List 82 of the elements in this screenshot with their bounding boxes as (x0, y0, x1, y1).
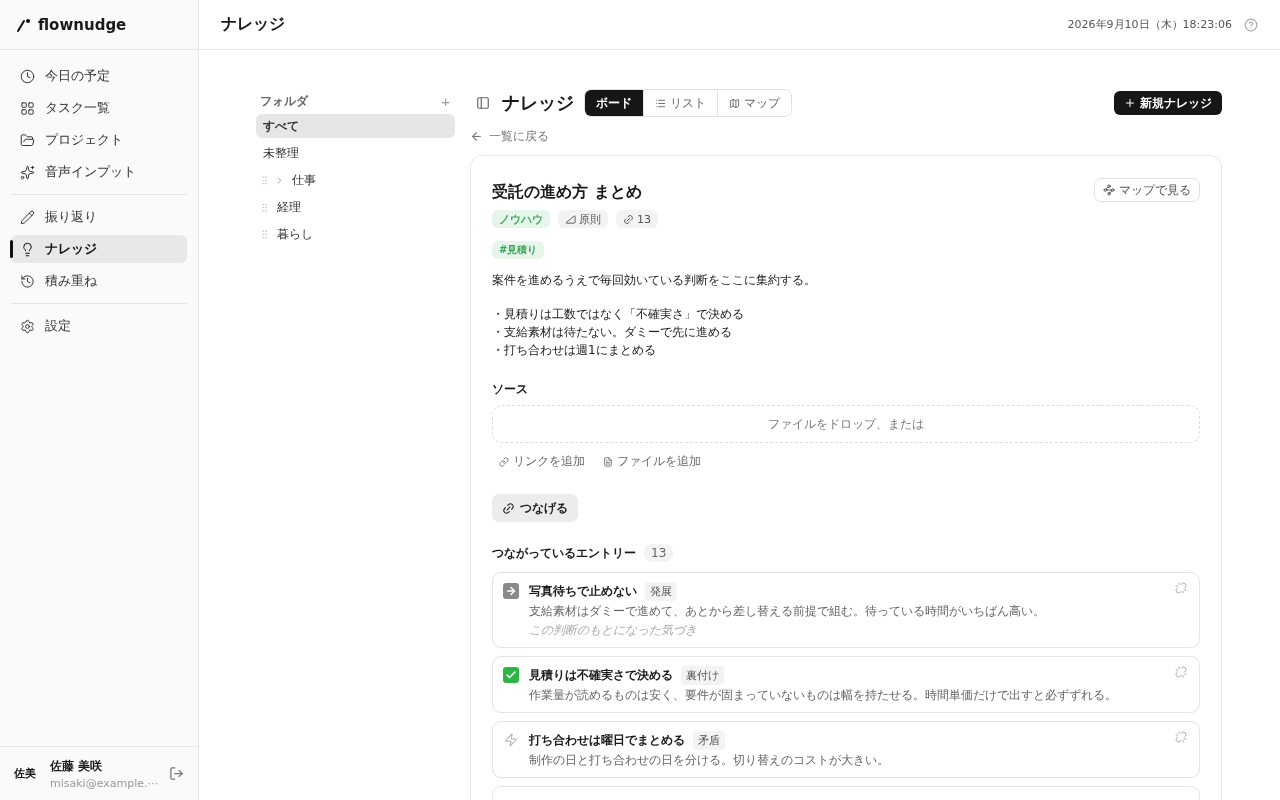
nav-item[interactable]: プロジェクト (11, 126, 187, 154)
link-icon (499, 456, 509, 467)
entry-title: 見積りは不確実さで決める (529, 667, 673, 684)
bullet-item: ・打ち合わせは週1にまとめる (492, 342, 657, 359)
drag-handle-icon[interactable] (259, 174, 270, 186)
nav-item[interactable]: 積み重ね (11, 267, 187, 295)
relation-tag: 発展 (645, 582, 677, 601)
add-link-link[interactable]: リンクを追加 (499, 453, 585, 470)
panel-toggle-icon[interactable] (476, 96, 490, 110)
nav-item[interactable]: 設定 (11, 312, 187, 340)
entry-card[interactable]: 打ち合わせは曜日でまとめる 矛盾 制作の日と打ち合わせの日を分ける。切り替えのコストが大きい。 (492, 721, 1200, 778)
source-heading: ソース (492, 381, 529, 398)
user-name: 佐藤 美咲 (50, 757, 104, 775)
folder-item[interactable]: 経理 (256, 195, 455, 219)
relation-tag: 裏付け (681, 666, 724, 685)
entry-card[interactable]: 写真待ちで止めない 発展 支給素材はダミーで進めて、あとから差し替える前提で組む。待っている時間がいちばん高い。 この判断のもとになった気づき (492, 572, 1200, 648)
connect-button[interactable]: つなげる (492, 494, 578, 522)
body-text: 案件を進めるうえで毎回効いている判断をここに集約する。 (492, 272, 817, 289)
entry-description: 制作の日と打ち合わせの日を分ける。切り替えのコストが大きい。 (529, 752, 890, 769)
sparkles-icon (20, 164, 35, 180)
drag-handle-icon[interactable] (259, 228, 270, 240)
folder-item[interactable]: 未整理 (256, 141, 455, 165)
nav-item[interactable]: 今日の予定 (11, 62, 187, 90)
logo-icon (16, 17, 32, 32)
folder-icon (20, 132, 35, 148)
entry-card[interactable]: 見積りは不確実さで決める 裏付け 作業量が読めるものは安く、要件が固まっていないものは幅を持たせる。時間単価だけで出すと必ずずれる。 (492, 656, 1200, 713)
user-avatar: 佐美 (14, 766, 37, 781)
entry-description: 支給素材はダミーで進めて、あとから差し替える前提で組む。待っている時間がいちばん高い。 (529, 603, 1046, 620)
entry-note: この判断のもとになった気づき (529, 622, 698, 639)
bullet-item: ・見積りは工数ではなく「不確実さ」で決める (492, 306, 745, 323)
nav-item[interactable]: 音声インプット (11, 158, 187, 186)
arrow-left-icon (470, 130, 483, 143)
map-icon (729, 97, 740, 109)
lightbulb-icon (20, 241, 35, 257)
entry-title: 打ち合わせは曜日でまとめる (529, 732, 685, 749)
lightning-icon (503, 732, 519, 748)
folder-item[interactable]: すべて (256, 114, 455, 138)
logout-icon[interactable] (169, 766, 184, 781)
category-tag: 原則 (558, 210, 608, 228)
nav-item[interactable]: ナレッジ (11, 235, 187, 263)
entries-heading: つながっているエントリー (492, 544, 636, 562)
datetime: 2026年9月10日（木）18:23:06 (1067, 17, 1232, 32)
clock-icon (20, 68, 35, 84)
type-tag: ノウハウ (492, 210, 550, 228)
bullet-item: ・支給素材は待たない。ダミーで先に進める (492, 324, 733, 341)
add-file-link[interactable]: ファイルを追加 (603, 453, 701, 470)
brand-name: flownudge (38, 15, 127, 34)
help-icon[interactable] (1244, 17, 1258, 32)
unlink-icon[interactable] (1175, 731, 1187, 743)
entries-count: 13 (644, 544, 674, 562)
unlink-icon[interactable] (1175, 582, 1187, 594)
settings-icon (20, 318, 35, 334)
new-knowledge-button[interactable]: 新規ナレッジ (1114, 91, 1222, 115)
view-tab[interactable]: ボード (585, 90, 643, 116)
folder-heading: フォルダ (260, 92, 308, 110)
plus-icon (1124, 97, 1136, 109)
view-tab[interactable]: マップ (717, 90, 791, 116)
detail-title: 受託の進め方 まとめ (492, 182, 642, 203)
nodes-icon (1103, 184, 1115, 196)
folder-item[interactable]: 暮らし (256, 222, 455, 246)
map-view-button[interactable]: マップで見る (1094, 178, 1200, 202)
file-dropzone[interactable]: ファイルをドロップ、または (492, 405, 1200, 443)
link-count-tag: 13 (616, 210, 658, 228)
list-icon (655, 97, 666, 109)
page-title: ナレッジ (502, 91, 574, 115)
entry-description: 作業量が読めるものは安く、要件が固まっていないものは幅を持たせる。時間単価だけで出すと必ずずれる。 (529, 687, 1118, 704)
unlink-icon[interactable] (1175, 666, 1187, 678)
entry-title: 写真待ちで止めない (529, 583, 637, 600)
pencil-icon (20, 209, 35, 225)
back-link[interactable]: 一覧に戻る (470, 128, 549, 145)
grid-icon (20, 100, 35, 116)
header-title: ナレッジ (221, 14, 286, 35)
history-icon (20, 273, 35, 289)
nav-item[interactable]: タスク一覧 (11, 94, 187, 122)
check-icon (503, 667, 519, 683)
relation-tag: 矛盾 (693, 731, 725, 750)
user-email: misaki@example.⋯ (50, 776, 157, 790)
triangle-ruler-icon (565, 213, 576, 225)
nav-item[interactable]: 振り返り (11, 203, 187, 231)
drag-handle-icon[interactable] (259, 201, 270, 213)
file-icon (603, 456, 613, 467)
folder-item[interactable]: 仕事 (256, 168, 455, 192)
